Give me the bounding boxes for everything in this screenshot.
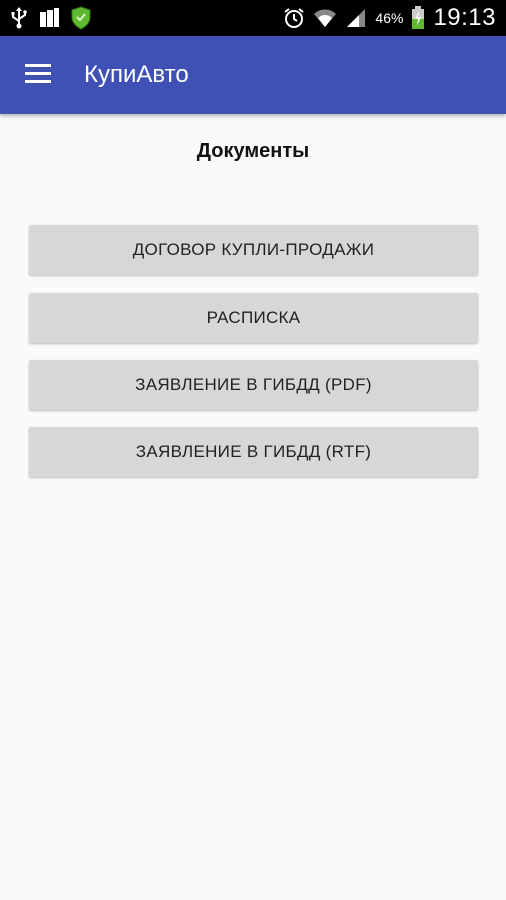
battery-charging-icon bbox=[411, 6, 425, 30]
wifi-icon bbox=[313, 7, 337, 29]
shield-icon bbox=[70, 6, 92, 30]
application-pdf-button[interactable]: ЗАЯВЛЕНИЕ В ГИБДД (PDF) bbox=[29, 360, 478, 410]
alarm-icon bbox=[283, 7, 305, 29]
storage-icon bbox=[38, 7, 60, 29]
menu-icon bbox=[24, 62, 52, 89]
signal-icon bbox=[345, 7, 367, 29]
app-title: КупиАвто bbox=[84, 61, 189, 88]
page-title: Документы bbox=[196, 140, 310, 162]
status-bar-left bbox=[10, 0, 92, 36]
application-rtf-button[interactable]: ЗАЯВЛЕНИЕ В ГИБДД (RTF) bbox=[29, 427, 478, 477]
status-bar-right: 46% 19:13 bbox=[283, 0, 496, 36]
menu-button[interactable] bbox=[18, 57, 58, 93]
battery-percent: 46% bbox=[375, 10, 404, 26]
receipt-button[interactable]: РАСПИСКА bbox=[29, 293, 478, 343]
app-bar: КупиАвто bbox=[0, 36, 506, 114]
status-bar: 46% 19:13 bbox=[0, 0, 506, 36]
contract-button[interactable]: ДОГОВОР КУПЛИ-ПРОДАЖИ bbox=[29, 225, 478, 275]
usb-icon bbox=[10, 7, 28, 29]
clock-time: 19:13 bbox=[433, 4, 496, 31]
